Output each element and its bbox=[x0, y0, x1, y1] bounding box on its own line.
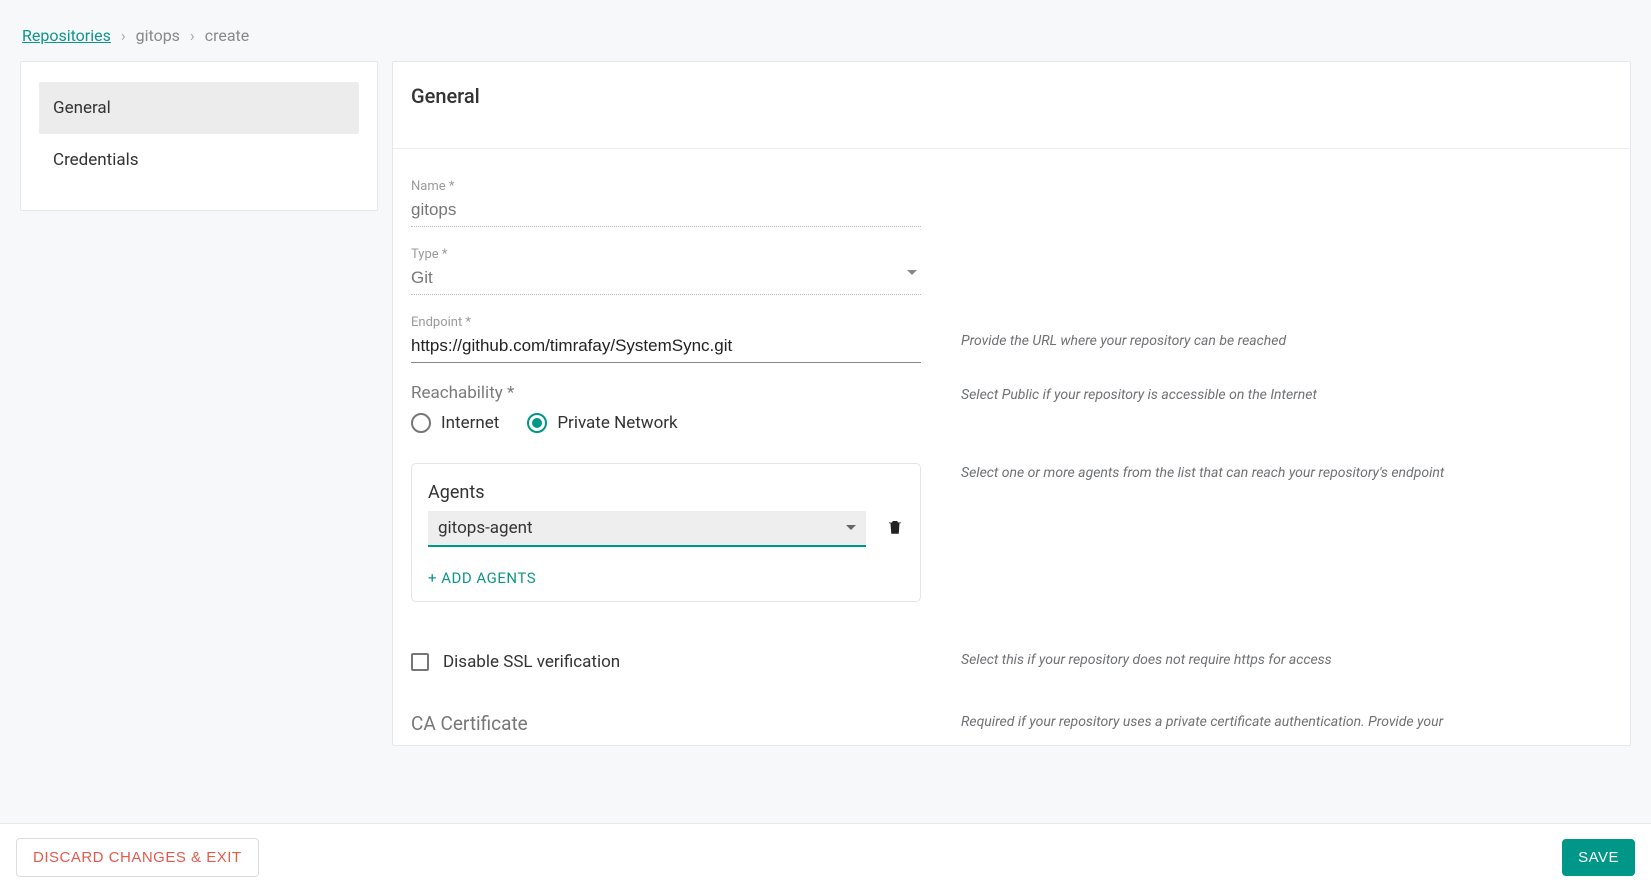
sidebar-item-label: Credentials bbox=[53, 150, 139, 170]
main-panel: General Name * Type * bbox=[392, 61, 1631, 746]
breadcrumb-leaf: create bbox=[205, 26, 250, 45]
name-input[interactable] bbox=[411, 196, 921, 227]
endpoint-label: Endpoint * bbox=[411, 315, 921, 330]
type-label: Type * bbox=[411, 247, 921, 262]
breadcrumb-root-link[interactable]: Repositories bbox=[22, 26, 111, 45]
endpoint-input[interactable] bbox=[411, 332, 921, 363]
type-select[interactable] bbox=[411, 264, 921, 295]
ca-help: Required if your repository uses a priva… bbox=[961, 712, 1612, 730]
sidebar-item-label: General bbox=[53, 98, 111, 118]
sidebar-item-general[interactable]: General bbox=[39, 82, 359, 134]
agent-select[interactable]: gitops-agent bbox=[428, 511, 866, 547]
trash-icon bbox=[886, 517, 904, 537]
breadcrumb-sep: › bbox=[121, 26, 126, 45]
radio-icon bbox=[411, 413, 431, 433]
radio-icon bbox=[527, 413, 547, 433]
agent-selected-value: gitops-agent bbox=[438, 518, 533, 538]
breadcrumb-sep: › bbox=[190, 26, 195, 45]
ssl-help: Select this if your repository does not … bbox=[961, 652, 1612, 668]
radio-label: Internet bbox=[441, 413, 499, 433]
sidebar: General Credentials bbox=[20, 61, 378, 211]
reachability-internet-radio[interactable]: Internet bbox=[411, 413, 499, 433]
endpoint-help: Provide the URL where your repository ca… bbox=[961, 315, 1612, 349]
agents-help: Select one or more agents from the list … bbox=[961, 453, 1612, 481]
add-agents-button[interactable]: + ADD AGENTS bbox=[428, 569, 536, 587]
breadcrumb: Repositories › gitops › create bbox=[20, 20, 1631, 61]
radio-label: Private Network bbox=[557, 413, 677, 433]
agents-title: Agents bbox=[428, 482, 904, 503]
sidebar-item-credentials[interactable]: Credentials bbox=[39, 134, 359, 186]
discard-button[interactable]: DISCARD CHANGES & EXIT bbox=[16, 838, 259, 877]
name-label: Name * bbox=[411, 179, 921, 194]
delete-agent-button[interactable] bbox=[886, 517, 904, 541]
chevron-down-icon bbox=[846, 525, 856, 530]
footer-bar: DISCARD CHANGES & EXIT SAVE bbox=[0, 823, 1651, 891]
reachability-private-radio[interactable]: Private Network bbox=[527, 413, 677, 433]
checkbox-icon bbox=[411, 653, 429, 671]
breadcrumb-mid: gitops bbox=[136, 26, 180, 45]
agents-box: Agents gitops-agent + ADD AGENT bbox=[411, 463, 921, 602]
page-title: General bbox=[393, 62, 1630, 149]
reachability-label: Reachability * bbox=[411, 383, 921, 403]
save-button[interactable]: SAVE bbox=[1562, 839, 1635, 876]
disable-ssl-checkbox[interactable]: Disable SSL verification bbox=[411, 652, 921, 672]
reachability-help: Select Public if your repository is acce… bbox=[961, 383, 1612, 403]
type-value bbox=[411, 264, 921, 295]
ca-cert-title: CA Certificate bbox=[411, 712, 921, 735]
ssl-label: Disable SSL verification bbox=[443, 652, 620, 672]
chevron-down-icon bbox=[907, 270, 917, 275]
